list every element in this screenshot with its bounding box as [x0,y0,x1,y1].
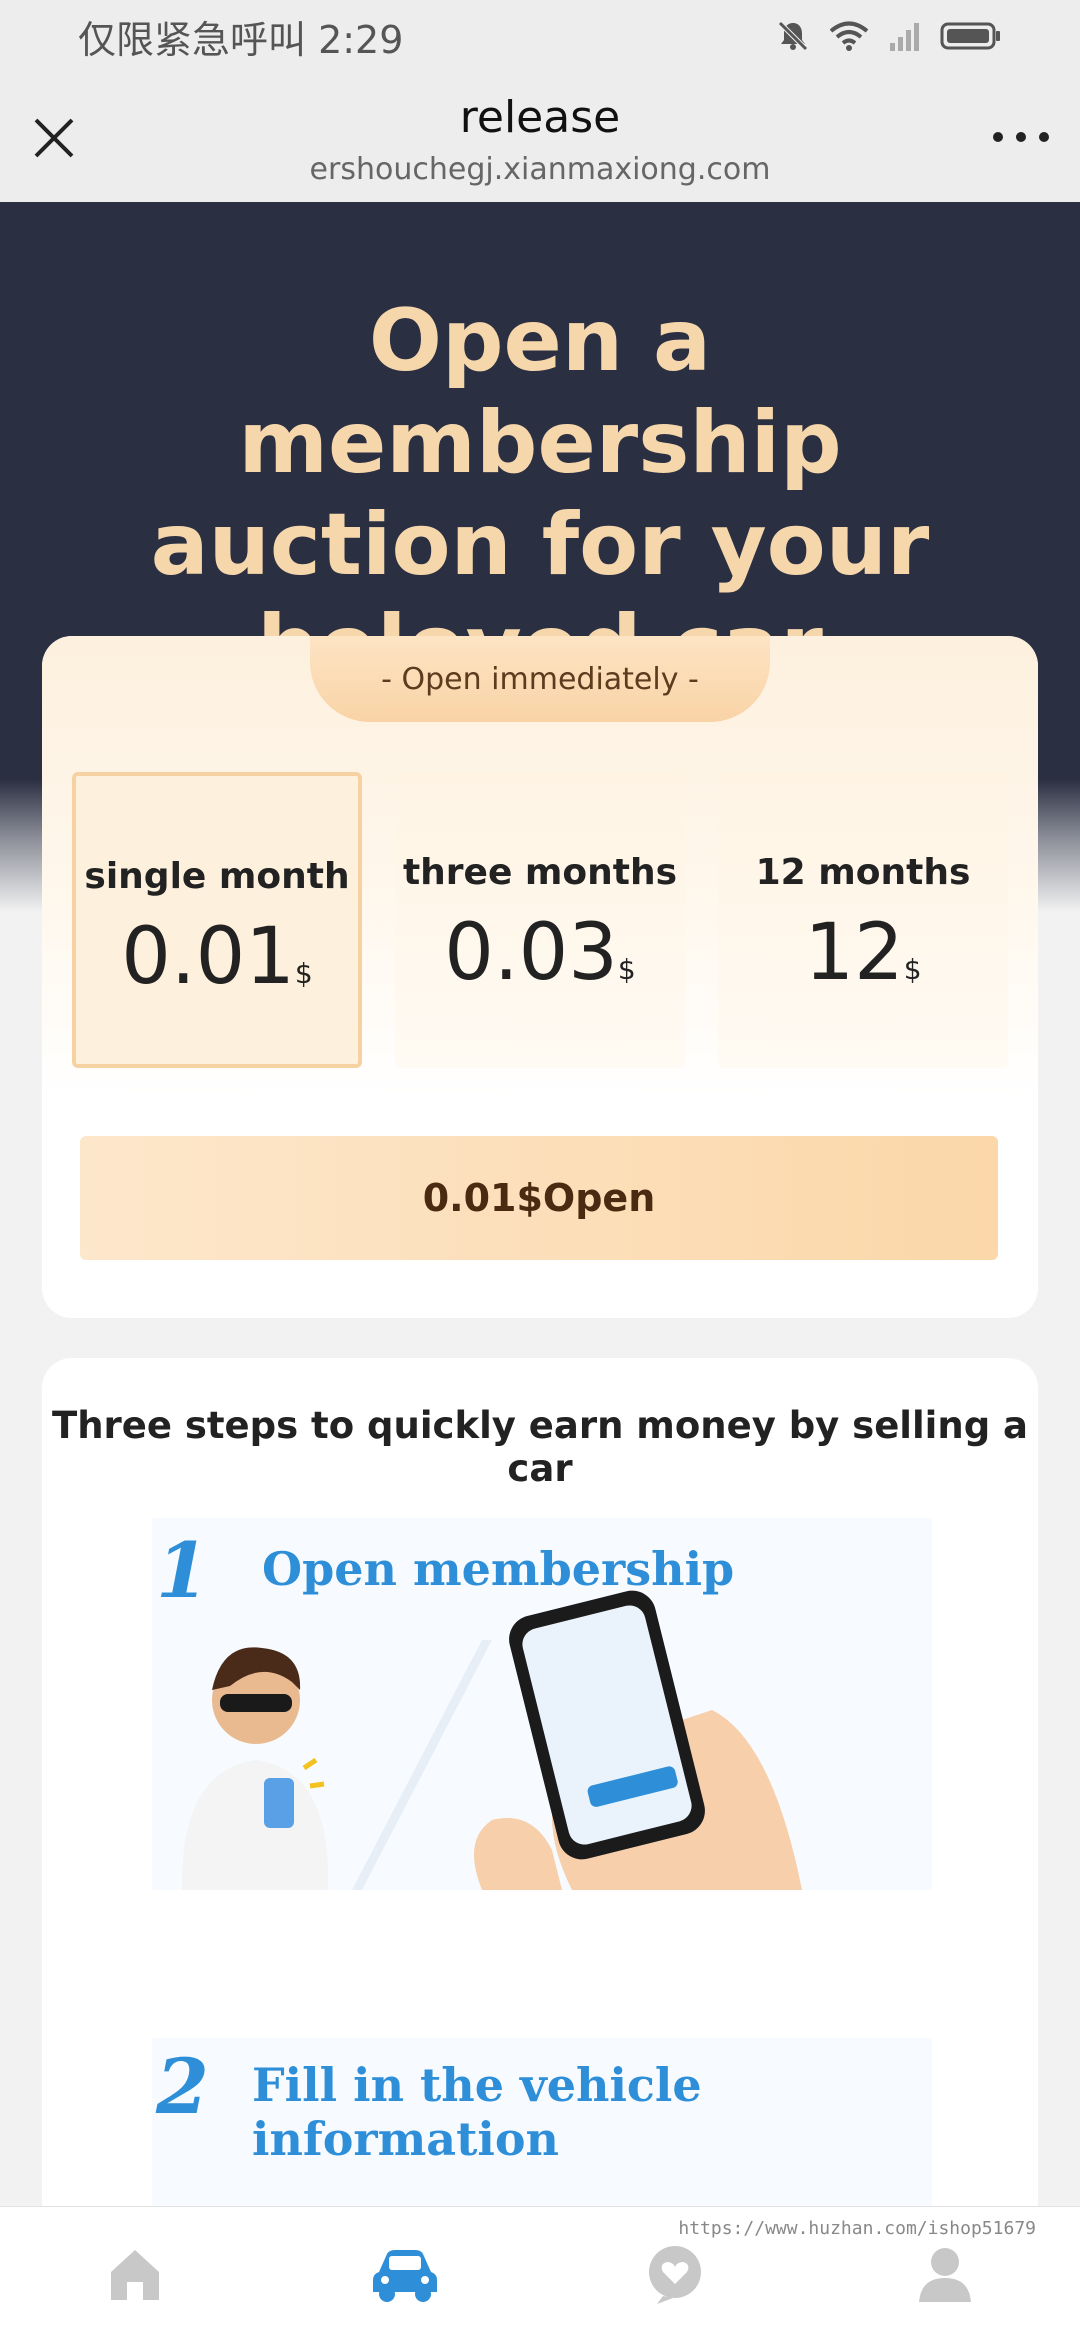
plan-price: 12$ [804,908,922,998]
signal-icon [890,23,919,51]
steps-card: Three steps to quickly earn money by sel… [42,1358,1038,2258]
status-icons [776,19,1002,53]
plan-price: 0.03$ [444,908,636,998]
open-membership-button[interactable]: 0.01$Open [80,1136,998,1260]
battery-icon [940,22,1000,50]
home-icon [111,2249,159,2300]
car-icon [373,2249,437,2302]
plan-single-month[interactable]: single month 0.01$ [72,772,362,1068]
steps-title: Three steps to quickly earn money by sel… [51,1404,1029,1490]
tab-car[interactable] [355,2224,455,2324]
page-title: release [459,92,621,143]
plan-list: single month 0.01$ three months 0.03$ 12… [72,772,1008,1068]
step-1-illustration: 1 Open membership [152,1518,932,1890]
plan-three-months[interactable]: three months 0.03$ [395,772,685,1068]
more-icon[interactable] [986,122,1056,152]
status-text: 仅限紧急呼叫 2:29 [78,17,404,62]
mute-bell-icon [778,21,808,51]
user-icon [919,2247,971,2302]
wifi-icon [829,21,869,51]
open-immediately-label: - Open immediately - [310,636,770,722]
watermark: https://www.huzhan.com/ishop51679 [678,2218,1036,2239]
person-phone-illustration [181,1590,802,1890]
chat-icon [649,2245,701,2304]
page-url: ershouchegj.xianmaxiong.com [309,152,771,187]
step-label: Open membership [262,1542,735,1596]
browser-header: release ershouchegj.xianmaxiong.com [0,72,1080,202]
tab-home[interactable] [85,2224,185,2324]
plan-12-months[interactable]: 12 months 12$ [718,772,1008,1068]
plan-name: 12 months [755,852,971,893]
plan-name: three months [402,852,678,893]
step-number: 2 [156,2042,209,2131]
plan-name: single month [84,856,350,897]
membership-card: - Open immediately - single month 0.01$ … [42,636,1038,1318]
status-bar: 仅限紧急呼叫 2:29 [0,0,1080,72]
plan-price: 0.01$ [121,912,313,1002]
